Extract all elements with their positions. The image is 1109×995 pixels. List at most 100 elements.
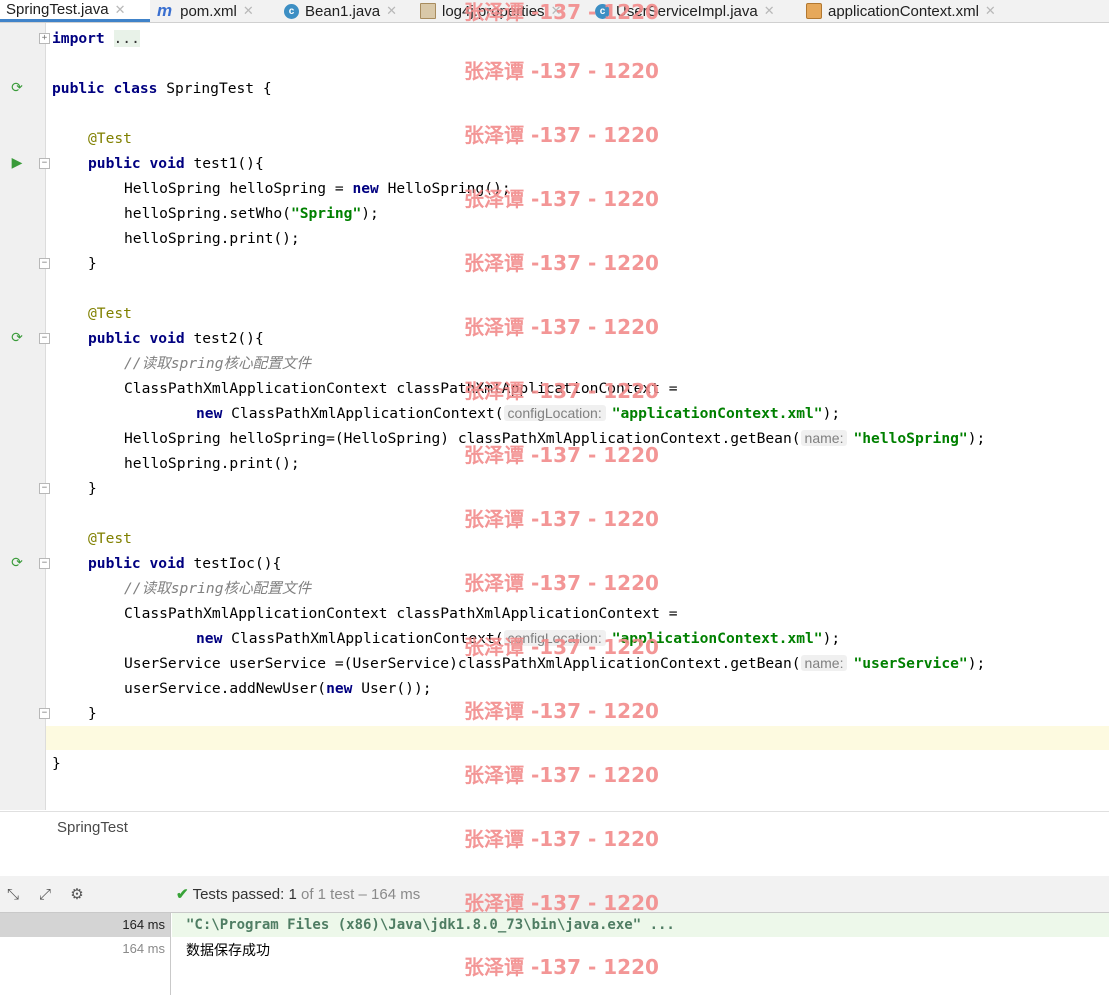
test-status: ✔ Tests passed: 1 of 1 test – 164 ms — [176, 885, 420, 903]
string-literal: "applicationContext.xml" — [611, 405, 823, 422]
tab-applicationcontext-xml[interactable]: applicationContext.xml ✕ — [806, 0, 996, 22]
console-text: 数据保存成功 — [186, 943, 270, 959]
gear-icon[interactable]: ⚙ — [68, 885, 86, 903]
code-text: ); — [967, 655, 986, 672]
code-text: testIoc(){ — [184, 555, 282, 572]
code-text: helloSpring.setWho( — [124, 205, 291, 222]
code-text: HelloSpring helloSpring = — [124, 180, 353, 197]
fold-collapse-icon[interactable]: − — [39, 333, 50, 344]
string-literal: "userService" — [853, 655, 968, 672]
fold-collapse-icon[interactable]: − — [39, 158, 50, 169]
code-text: } — [88, 480, 97, 497]
code-text: ); — [361, 205, 379, 222]
annotation: @Test — [88, 530, 132, 547]
fold-collapse-icon[interactable]: − — [39, 258, 50, 269]
code-text: ClassPathXmlApplicationContext( — [222, 405, 504, 422]
code-text: SpringTest { — [157, 80, 272, 97]
class-icon: c — [595, 3, 610, 19]
run-test-icon[interactable]: ⟳ — [9, 555, 25, 571]
code-text: ClassPathXmlApplicationContext( — [222, 630, 504, 647]
run-test-icon[interactable]: ▶ — [9, 155, 25, 171]
code-text: HelloSpring helloSpring=(HelloSpring) cl… — [124, 430, 801, 447]
breadcrumb: SpringTest — [0, 811, 1109, 844]
duration: 164 ms — [122, 917, 165, 932]
code-text: test2(){ — [184, 330, 264, 347]
keyword: public void — [88, 555, 185, 572]
parameter-hint: name: — [800, 430, 848, 446]
class-icon: c — [284, 3, 299, 19]
code-line: @Test — [88, 126, 132, 151]
code-line: public void test1(){ — [88, 151, 264, 176]
parameter-hint: configLocation: — [503, 630, 606, 646]
code-line: } — [88, 476, 97, 501]
code-text: userService.addNewUser( — [124, 680, 327, 697]
code-text: ); — [967, 430, 986, 447]
string-literal: "helloSpring" — [853, 430, 968, 447]
code-line: public void test2(){ — [88, 326, 264, 351]
export-icon[interactable]: ⤢ — [36, 885, 54, 903]
code-text: User()); — [352, 680, 432, 697]
close-icon[interactable]: ✕ — [551, 3, 562, 19]
console-output[interactable]: "C:\Program Files (x86)\Java\jdk1.8.0_73… — [172, 913, 1109, 995]
run-class-icon[interactable]: ⟳ — [9, 80, 25, 96]
keyword: import — [52, 30, 105, 47]
code-text: } — [52, 755, 61, 772]
tab-springtest-java[interactable]: SpringTest.java ✕ — [0, 0, 150, 22]
fold-collapse-icon[interactable]: − — [39, 483, 50, 494]
code-line: new ClassPathXmlApplicationContext(confi… — [196, 626, 840, 651]
code-line: public class SpringTest { — [52, 76, 272, 101]
code-line: @Test — [88, 301, 132, 326]
tab-label: Bean1.java — [305, 2, 381, 20]
test-tree: 164 ms 164 ms — [0, 913, 171, 995]
code-editor[interactable]: + ⟳ ▶ − − ⟳ − − ⟳ − − import ... public … — [0, 23, 1109, 810]
close-icon[interactable]: ✕ — [115, 2, 126, 18]
parameter-hint: name: — [800, 655, 848, 671]
run-test-icon[interactable]: ⟳ — [9, 330, 25, 346]
keyword: new — [196, 405, 223, 422]
editor-gutter: + ⟳ ▶ − − ⟳ − − ⟳ − − — [0, 23, 50, 810]
code-text: } — [88, 705, 97, 722]
fold-expand-icon[interactable]: + — [39, 33, 50, 44]
test-tree-row[interactable]: 164 ms — [0, 937, 170, 961]
close-icon[interactable]: ✕ — [764, 3, 775, 19]
properties-file-icon — [420, 3, 436, 19]
tab-pom-xml[interactable]: m pom.xml ✕ — [157, 0, 254, 22]
code-area[interactable]: import ... public class SpringTest { @Te… — [52, 23, 1109, 810]
code-text: helloSpring.print(); — [124, 230, 300, 247]
tab-label: applicationContext.xml — [828, 2, 979, 20]
code-line: helloSpring.print(); — [124, 226, 300, 251]
comment: //读取spring核心配置文件 — [124, 580, 312, 597]
console-command-line: "C:\Program Files (x86)\Java\jdk1.8.0_73… — [172, 913, 1109, 937]
close-icon[interactable]: ✕ — [243, 3, 254, 19]
collapse-all-icon[interactable]: ⤡ — [4, 885, 22, 903]
test-tree-row[interactable]: 164 ms — [0, 913, 170, 937]
status-detail: of 1 test – 164 ms — [296, 886, 421, 903]
keyword: new — [326, 680, 353, 697]
code-line: } — [88, 251, 97, 276]
code-line: public void testIoc(){ — [88, 551, 281, 576]
fold-collapse-icon[interactable]: − — [39, 558, 50, 569]
close-icon[interactable]: ✕ — [386, 3, 397, 19]
keyword: new — [196, 630, 223, 647]
code-text: HelloSpring(); — [378, 180, 511, 197]
tab-userserviceimpl-java[interactable]: c UserServiceImpl.java ✕ — [595, 0, 775, 22]
run-toolbar: ⤡ ⤢ ⚙ ✔ Tests passed: 1 of 1 test – 164 m… — [0, 876, 1109, 913]
code-line: helloSpring.setWho("Spring"); — [124, 201, 379, 226]
code-line: HelloSpring helloSpring = new HelloSprin… — [124, 176, 511, 201]
breadcrumb-item[interactable]: SpringTest — [57, 819, 128, 836]
status-text: Tests passed: — [192, 886, 289, 903]
close-icon[interactable]: ✕ — [985, 3, 996, 19]
tab-label: log4j.properties — [442, 2, 545, 20]
tab-label: UserServiceImpl.java — [616, 2, 758, 20]
code-line: @Test — [88, 526, 132, 551]
tab-log4j-properties[interactable]: log4j.properties ✕ — [420, 0, 561, 22]
code-line: ClassPathXmlApplicationContext classPath… — [124, 376, 678, 401]
tab-bean1-java[interactable]: c Bean1.java ✕ — [284, 0, 397, 22]
code-line: ClassPathXmlApplicationContext classPath… — [124, 601, 678, 626]
folded-imports[interactable]: ... — [113, 30, 140, 47]
parameter-hint: configLocation: — [503, 405, 606, 421]
check-icon: ✔ — [176, 886, 189, 903]
code-text: ClassPathXmlApplicationContext classPath… — [124, 380, 678, 397]
code-text: test1(){ — [184, 155, 264, 172]
fold-collapse-icon[interactable]: − — [39, 708, 50, 719]
